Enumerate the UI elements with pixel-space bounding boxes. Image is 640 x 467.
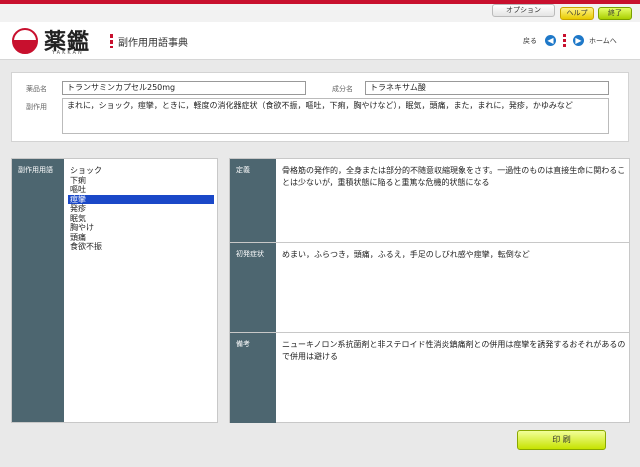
- notes-text: ニューキノロン系抗菌剤と非ステロイド性消炎鎮痛剤との併用は痙攣を誘発するおそれが…: [282, 340, 626, 361]
- term-list-item[interactable]: ショック: [68, 166, 214, 176]
- back-arrow-icon[interactable]: ◀: [545, 35, 556, 46]
- term-list-item[interactable]: 胸やけ: [68, 223, 214, 233]
- side-effects-text: まれに，ショック，痙攣，ときに，軽度の消化器症状（食欲不振，嘔吐，下痢，胸やけな…: [62, 98, 609, 134]
- symptoms-label: 初発症状: [230, 243, 276, 332]
- back-link[interactable]: 戻る: [523, 36, 537, 46]
- term-list-item[interactable]: 発疹: [68, 204, 214, 214]
- product-name-field[interactable]: トランサミンカプセル250mg: [62, 81, 306, 95]
- exit-button[interactable]: 終了: [598, 7, 632, 20]
- term-list-item[interactable]: 痙攣: [68, 194, 214, 204]
- side-effects-label: 副作用: [26, 103, 47, 111]
- drug-info-panel: 薬品名 トランサミンカプセル250mg 成分名 トラネキサム酸 副作用 まれに，…: [11, 72, 629, 142]
- term-list-panel: 副作用用語 ショック 下痢 嘔吐 痙攣 発疹 眠気 胸やけ 頭痛 食欲不振: [11, 158, 218, 423]
- home-link[interactable]: ホームへ: [589, 36, 617, 46]
- symptoms-text: めまい，ふらつき，頭痛，ふるえ，手足のしびれ感や痙攣，転倒など: [282, 250, 530, 259]
- symptoms-row: 初発症状 めまい，ふらつき，頭痛，ふるえ，手足のしびれ感や痙攣，転倒など: [230, 243, 629, 333]
- term-list-item[interactable]: 下痢: [68, 176, 214, 186]
- nav-separator: [563, 34, 566, 47]
- app-logo-sub: YAKKAN: [52, 50, 84, 56]
- notes-label: 備考: [230, 333, 276, 423]
- term-list-item[interactable]: 嘔吐: [68, 185, 214, 195]
- home-arrow-icon[interactable]: ▶: [573, 35, 584, 46]
- product-name-label: 薬品名: [26, 85, 47, 93]
- logo-mark-icon: [12, 28, 38, 54]
- page-title: 副作用用語事典: [118, 38, 188, 49]
- print-button[interactable]: 印 刷: [517, 430, 606, 450]
- ingredient-field[interactable]: トラネキサム酸: [365, 81, 609, 95]
- term-list-item[interactable]: 頭痛: [68, 233, 214, 243]
- title-marker-icon: [110, 34, 113, 48]
- definition-row: 定義 骨格筋の発作的，全身または部分的不随意収縮現象をさす。一過性のものは直接生…: [230, 159, 629, 243]
- notes-row: 備考 ニューキノロン系抗菌剤と非ステロイド性消炎鎮痛剤との併用は痙攣を誘発するお…: [230, 333, 629, 423]
- definition-text: 骨格筋の発作的，全身または部分的不随意収縮現象をさす。一過性のものは直接生命に関…: [282, 166, 626, 187]
- help-button[interactable]: ヘルプ: [560, 7, 594, 20]
- term-list-item[interactable]: 食欲不振: [68, 242, 214, 252]
- term-list-header: 副作用用語: [12, 159, 64, 422]
- ingredient-label: 成分名: [332, 85, 353, 93]
- definition-label: 定義: [230, 159, 276, 242]
- app-header: 薬鑑 YAKKAN 副作用用語事典 戻る ◀ ▶ ホームへ: [0, 22, 640, 60]
- option-tab[interactable]: オプション: [492, 4, 555, 17]
- term-list: ショック 下痢 嘔吐 痙攣 発疹 眠気 胸やけ 頭痛 食欲不振: [68, 166, 214, 252]
- term-list-item[interactable]: 眠気: [68, 214, 214, 224]
- term-detail-panel: 定義 骨格筋の発作的，全身または部分的不随意収縮現象をさす。一過性のものは直接生…: [229, 158, 630, 423]
